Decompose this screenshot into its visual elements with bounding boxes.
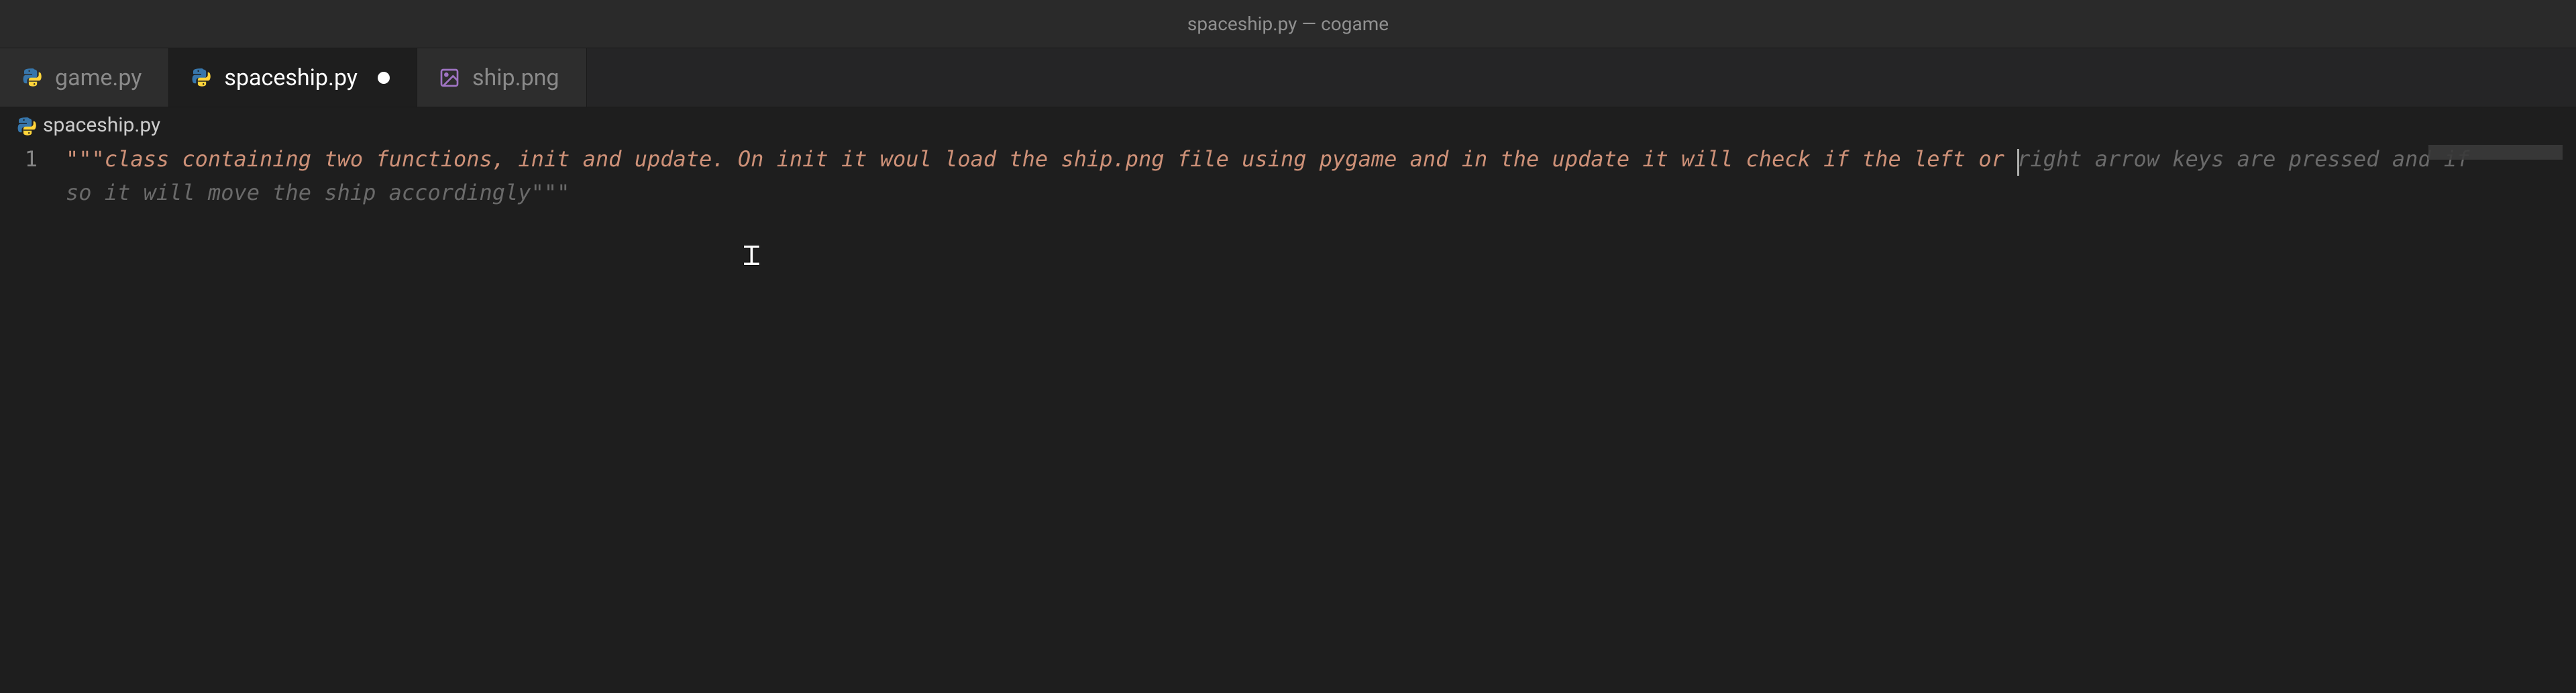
window-title: spaceship.py — cogame: [1187, 13, 1389, 35]
code-line[interactable]: """class containing two functions, init …: [66, 142, 2481, 209]
minimap-content-indicator: [2428, 145, 2563, 160]
tab-label: game.py: [55, 64, 142, 91]
docstring-close-quotes: """: [531, 180, 570, 205]
title-bar: spaceship.py — cogame: [0, 0, 2576, 48]
breadcrumb-bar: spaceship.py: [0, 107, 2576, 142]
python-icon: [16, 116, 34, 134]
modified-indicator-icon: [378, 72, 390, 84]
line-numbers-gutter: 1: [0, 142, 66, 693]
tab-bar: game.py spaceship.py ship.png: [0, 48, 2576, 107]
tab-ship-png[interactable]: ship.png: [417, 48, 587, 107]
line-number: 1: [0, 142, 38, 176]
text-cursor-icon: Ꮖ: [743, 239, 761, 273]
python-icon: [21, 67, 43, 89]
typed-docstring-text: class containing two functions, init and…: [105, 146, 2017, 172]
tab-game-py[interactable]: game.py: [0, 48, 169, 107]
tab-label: ship.png: [472, 64, 559, 91]
editor-area[interactable]: 1 """class containing two functions, ini…: [0, 142, 2576, 693]
python-icon: [191, 67, 212, 89]
editor-content[interactable]: """class containing two functions, init …: [66, 142, 2576, 693]
minimap[interactable]: [2415, 142, 2576, 693]
tab-spaceship-py[interactable]: spaceship.py: [169, 48, 417, 107]
docstring-open-quotes: """: [66, 146, 105, 172]
breadcrumb-path[interactable]: spaceship.py: [43, 113, 160, 137]
tab-label: spaceship.py: [224, 64, 358, 91]
image-icon: [439, 67, 460, 89]
